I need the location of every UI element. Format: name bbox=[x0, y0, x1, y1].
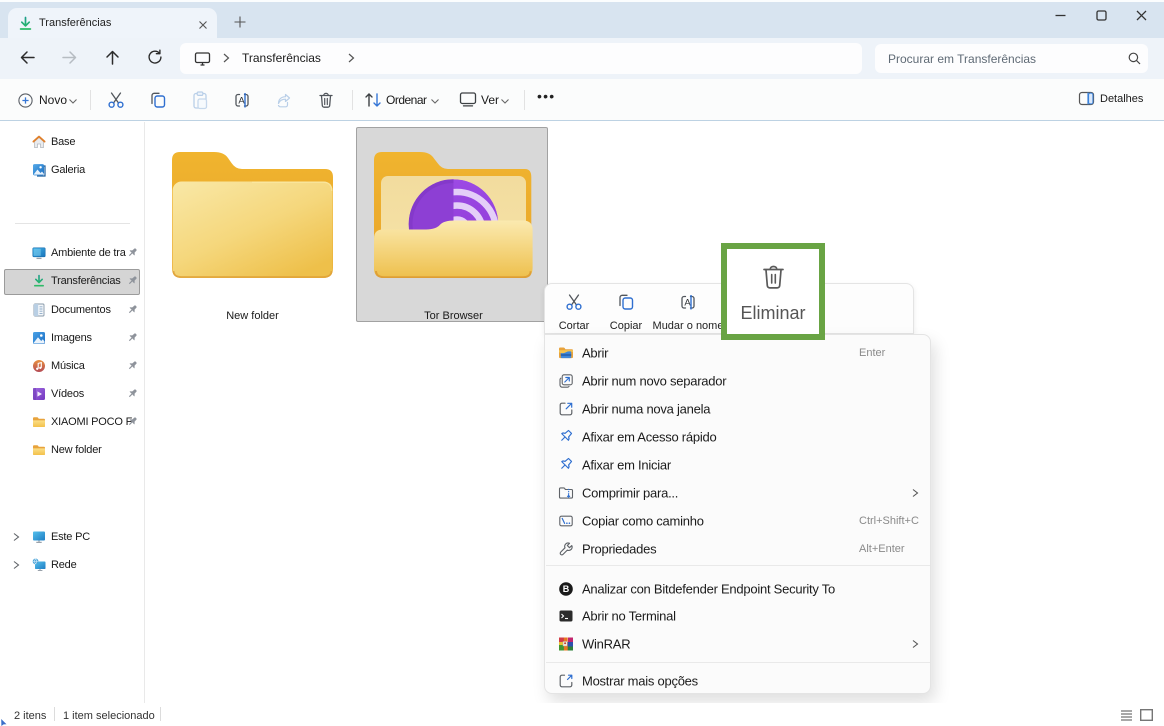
svg-text:B: B bbox=[563, 584, 570, 594]
